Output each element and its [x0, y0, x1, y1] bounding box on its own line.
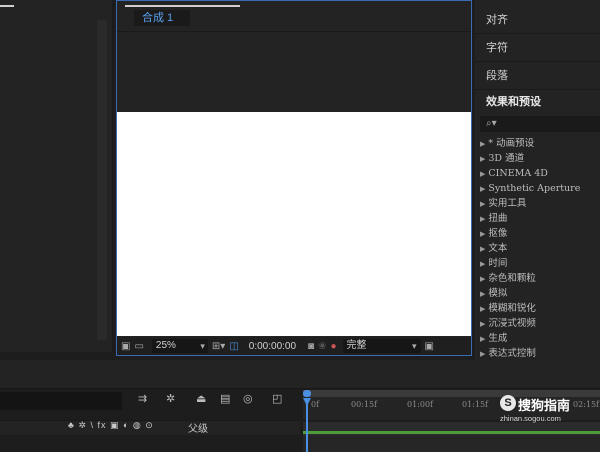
expand-arrow-icon[interactable]: ▶ — [480, 200, 485, 208]
effects-category-item[interactable]: ▶ Synthetic Aperture — [480, 181, 600, 196]
effects-list: ▶ * 动画预设 ▶ 3D 通道 ▶ CINEMA 4D ▶ Synthetic Apertu… — [480, 136, 600, 361]
effects-category-item[interactable]: ▶ 沉浸式视频 — [480, 316, 600, 331]
expand-arrow-icon[interactable]: ▶ — [480, 335, 485, 343]
layer-search-input[interactable] — [0, 392, 122, 410]
panel-tab-indicator — [0, 5, 14, 7]
graph-editor-icon[interactable]: ◰ — [272, 392, 282, 405]
effects-category-item[interactable]: ▶ 模糊和锐化 — [480, 301, 600, 316]
transparency-grid-icon[interactable]: ◫ — [229, 341, 238, 352]
effects-search-input[interactable]: ⌕▾ — [480, 116, 600, 132]
layer-switches-icon[interactable]: ♣ ✲ \ fx ▣ ◐ ◍ ⊙ — [68, 420, 154, 431]
playhead[interactable] — [303, 398, 311, 452]
chevron-down-icon: ▾ — [411, 341, 417, 351]
camera-icon[interactable]: ◙ — [308, 341, 314, 352]
project-panel — [0, 0, 113, 352]
shy-layers-icon[interactable]: ⏏ — [196, 392, 206, 405]
effects-category-label: Synthetic Aperture — [488, 183, 581, 194]
tab-indicator — [125, 5, 240, 7]
effects-category-label: * 动画预设 — [488, 138, 535, 149]
playhead-line — [306, 404, 308, 452]
panel-align[interactable]: 对齐 — [475, 6, 600, 34]
effects-category-item[interactable]: ▶ 文本 — [480, 241, 600, 256]
chevron-down-icon: ▾ — [200, 341, 205, 351]
frame-blending-icon[interactable]: ▤ — [220, 392, 230, 405]
effects-category-label: 3D 通道 — [488, 153, 525, 164]
draft-3d-icon[interactable]: ✲ — [166, 392, 175, 405]
sogou-logo-icon: S — [500, 395, 516, 411]
timeline-tab-bar — [0, 360, 600, 389]
time-tick: 02:15f — [573, 400, 600, 409]
viewer-toolbar: ▣ ▭ 25% ▾ ⊞▾ ◫ 0:00:00:00 ◙ ❀ ● 完整 ▾ ▣ — [117, 337, 471, 355]
effects-category-label: 抠像 — [488, 228, 508, 239]
always-preview-icon[interactable]: ▣ — [121, 341, 130, 352]
expand-arrow-icon[interactable]: ▶ — [480, 140, 485, 148]
effects-category-item[interactable]: ▶ 模拟 — [480, 286, 600, 301]
expand-arrow-icon[interactable]: ▶ — [480, 170, 485, 178]
effects-category-item[interactable]: ▶ 时间 — [480, 256, 600, 271]
expand-arrow-icon[interactable]: ▶ — [480, 350, 485, 358]
right-panel: 对齐 字符 段落 效果和预设 ⌕▾ ▶ * 动画预设 ▶ 3D 通道 ▶ CINEMA 4… — [475, 0, 600, 360]
effects-category-item[interactable]: ▶ 3D 通道 — [480, 151, 600, 166]
composition-canvas[interactable] — [117, 112, 471, 336]
fast-previews-icon[interactable]: ▣ — [425, 341, 434, 352]
expand-arrow-icon[interactable]: ▶ — [480, 305, 485, 313]
effects-category-item[interactable]: ▶ 生成 — [480, 331, 600, 346]
track-area-empty — [303, 436, 600, 452]
effects-category-label: 沉浸式视频 — [488, 318, 536, 329]
panel-paragraph[interactable]: 段落 — [475, 62, 600, 90]
comp-flowchart-icon[interactable]: ⇉ — [138, 392, 147, 405]
expand-arrow-icon[interactable]: ▶ — [480, 155, 485, 163]
composition-tab-bar: 合成 1 — [117, 1, 471, 32]
resolution-select[interactable]: 完整 ▾ — [342, 339, 421, 353]
motion-blur-icon[interactable]: ◎ — [243, 392, 253, 405]
panel-character[interactable]: 字符 — [475, 34, 600, 62]
tab-composition-1[interactable]: 合成 1 — [134, 10, 190, 26]
effects-category-label: 表达式控制 — [488, 348, 536, 359]
monitor-icon[interactable]: ▭ — [134, 341, 143, 352]
layer-duration-bar[interactable] — [303, 431, 600, 434]
watermark-brand: 搜狗指南 — [518, 398, 571, 413]
search-icon: ⌕▾ — [486, 118, 497, 129]
effects-category-label: 扭曲 — [488, 213, 508, 224]
panel-effects-presets-title[interactable]: 效果和预设 — [475, 88, 600, 116]
effects-category-label: 模糊和锐化 — [488, 303, 536, 314]
expand-arrow-icon[interactable]: ▶ — [480, 320, 485, 328]
effects-category-item[interactable]: ▶ 杂色和颗粒 — [480, 271, 600, 286]
current-time[interactable]: 0:00:00:00 — [249, 341, 296, 352]
zoom-select[interactable]: 25% ▾ — [151, 339, 208, 353]
watermark-url: zhinan.sogou.com — [500, 414, 561, 423]
time-tick: 01:00f — [407, 400, 434, 409]
effects-category-label: 文本 — [488, 243, 508, 254]
composition-panel: 合成 1 ▣ ▭ 25% ▾ ⊞▾ ◫ 0:00:00:00 ◙ ❀ ● 完整 … — [116, 0, 472, 356]
effects-category-item[interactable]: ▶ * 动画预设 — [480, 136, 600, 151]
viewer-pasteboard — [117, 32, 471, 113]
show-snapshot-icon[interactable]: ❀ — [318, 341, 326, 352]
expand-arrow-icon[interactable]: ▶ — [480, 290, 485, 298]
expand-arrow-icon[interactable]: ▶ — [480, 215, 485, 223]
effects-category-label: 杂色和颗粒 — [488, 273, 536, 284]
effects-category-label: 实用工具 — [488, 198, 527, 209]
effects-category-item[interactable]: ▶ CINEMA 4D — [480, 166, 600, 181]
effects-category-item[interactable]: ▶ 扭曲 — [480, 211, 600, 226]
expand-arrow-icon[interactable]: ▶ — [480, 275, 485, 283]
panel-scrollbar[interactable] — [97, 20, 107, 340]
effects-category-label: 时间 — [488, 258, 508, 269]
effects-category-label: CINEMA 4D — [488, 168, 548, 179]
time-tick: 00:15f — [351, 400, 378, 409]
effects-category-label: 生成 — [488, 333, 508, 344]
time-tick: 0f — [311, 400, 320, 409]
expand-arrow-icon[interactable]: ▶ — [480, 245, 485, 253]
color-channel-icon[interactable]: ● — [330, 341, 336, 352]
expand-arrow-icon[interactable]: ▶ — [480, 230, 485, 238]
effects-category-item[interactable]: ▶ 表达式控制 — [480, 346, 600, 361]
effects-category-item[interactable]: ▶ 抠像 — [480, 226, 600, 241]
effects-category-label: 模拟 — [488, 288, 508, 299]
expand-arrow-icon[interactable]: ▶ — [480, 260, 485, 268]
time-tick: 01:15f — [462, 400, 489, 409]
region-of-interest-icon[interactable]: ⊞▾ — [212, 341, 225, 352]
expand-arrow-icon[interactable]: ▶ — [480, 185, 485, 193]
effects-category-item[interactable]: ▶ 实用工具 — [480, 196, 600, 211]
work-area-start-handle[interactable] — [303, 390, 311, 397]
parent-column-label: 父级 — [188, 424, 208, 435]
